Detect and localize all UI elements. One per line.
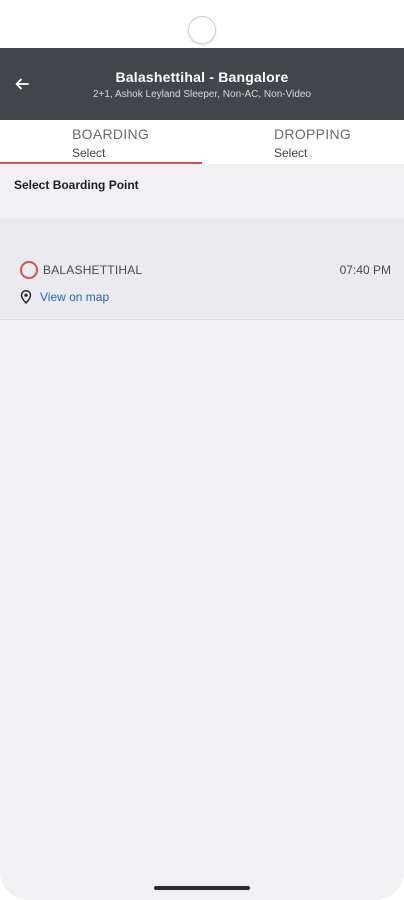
location-pin-icon xyxy=(20,290,32,304)
route-info: Balashettihal - Bangalore 2+1, Ashok Ley… xyxy=(0,69,404,100)
section-title: Select Boarding Point xyxy=(14,178,139,192)
tab-dropping-label: DROPPING xyxy=(274,126,352,142)
tab-boarding[interactable]: BOARDING Select xyxy=(0,120,202,164)
tab-dropping-value: Select xyxy=(274,146,308,160)
radio-unselected-icon[interactable] xyxy=(20,261,38,279)
tab-boarding-label: BOARDING xyxy=(72,126,150,142)
boarding-point-item[interactable]: BALASHETTIHAL 07:40 PM View on map xyxy=(0,218,404,320)
gesture-nav-bar[interactable] xyxy=(154,886,250,890)
app-screen: Balashettihal - Bangalore 2+1, Ashok Ley… xyxy=(0,0,404,900)
app-header: Balashettihal - Bangalore 2+1, Ashok Ley… xyxy=(0,48,404,120)
status-bar xyxy=(0,0,404,48)
bus-details: 2+1, Ashok Leyland Sleeper, Non-AC, Non-… xyxy=(92,88,311,100)
arrow-left-icon xyxy=(15,78,29,90)
tab-dropping[interactable]: DROPPING Select xyxy=(202,120,404,164)
boarding-point-time: 07:40 PM xyxy=(339,263,391,277)
camera-notch xyxy=(188,16,216,44)
back-button[interactable] xyxy=(10,72,34,96)
section-header: Select Boarding Point xyxy=(0,164,404,200)
boarding-point-name: BALASHETTIHAL xyxy=(43,263,143,277)
view-on-map-label: View on map xyxy=(40,290,110,304)
active-tab-indicator xyxy=(0,162,202,164)
view-on-map-link[interactable]: View on map xyxy=(20,290,109,304)
point-tabs: BOARDING Select DROPPING Select xyxy=(0,120,404,164)
route-title: Balashettihal - Bangalore xyxy=(115,68,289,85)
tab-boarding-value: Select xyxy=(72,146,106,160)
